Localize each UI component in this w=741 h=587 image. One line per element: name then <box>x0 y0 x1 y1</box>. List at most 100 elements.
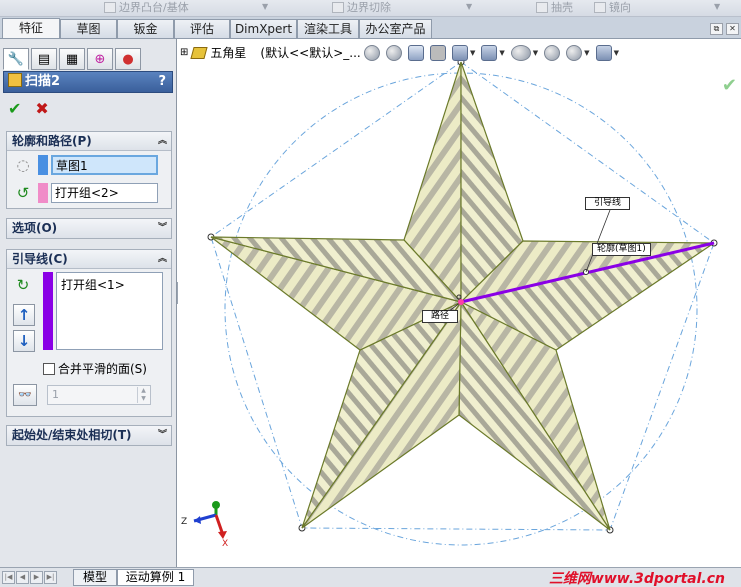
view-orientation-icon[interactable] <box>452 45 468 61</box>
tab-evaluate[interactable]: 评估 <box>174 19 230 38</box>
start-end-tangency-header[interactable]: 起始处/结束处相切(T) ︾ <box>7 426 171 445</box>
profile-callout[interactable]: 轮廓(草图1) <box>592 243 651 256</box>
triad-x-label: X <box>222 539 229 549</box>
chevron-down-icon[interactable]: ▼ <box>499 49 504 57</box>
tab-sheet-metal[interactable]: 钣金 <box>117 19 174 38</box>
guide-curve-callout[interactable]: 引导线 <box>585 197 631 210</box>
tab-features[interactable]: 特征 <box>2 18 60 38</box>
path-color-swatch <box>38 183 48 203</box>
star-body[interactable] <box>210 61 715 531</box>
next-tab-icon[interactable]: ▶ <box>30 571 43 584</box>
profile-icon: ◌ <box>16 156 30 174</box>
zoom-to-fit-icon[interactable] <box>364 45 380 61</box>
profile-path-header[interactable]: 轮廓和路径(P) ︽ <box>7 132 171 151</box>
graphics-area[interactable]: 引导线 轮廓(草图1) 路径 ⊞ 五角星 (默认<<默认>_... ▼ ▼ ▼ … <box>178 39 741 567</box>
move-up-button[interactable]: ↑ <box>13 304 35 326</box>
section-view-icon[interactable] <box>430 45 446 61</box>
chevron-down-icon[interactable]: ▼ <box>714 2 720 11</box>
tab-sketch[interactable]: 草图 <box>60 19 117 38</box>
reference-triad <box>193 501 227 539</box>
move-down-button[interactable]: ↓ <box>13 330 35 352</box>
list-item[interactable]: 打开组<1> <box>61 276 162 293</box>
path-icon: ↺ <box>16 184 30 202</box>
configuration-tab-icon[interactable]: ▦ <box>59 48 85 70</box>
confirmation-corner-icon[interactable]: ✔ <box>722 75 737 96</box>
apply-scene-icon[interactable] <box>566 45 583 61</box>
doc-window-buttons: ⧉ ✕ <box>710 23 739 35</box>
first-tab-icon[interactable]: |◀ <box>2 571 15 584</box>
tab-render-tools[interactable]: 渲染工具 <box>297 19 359 38</box>
chevron-down-icon[interactable]: ▼ <box>584 49 589 57</box>
chevron-down-icon[interactable]: ▼ <box>614 49 619 57</box>
close-icon[interactable]: ✕ <box>726 23 739 35</box>
spinner-arrows[interactable]: ▲ ▼ <box>137 387 149 403</box>
triad-z-label: Z <box>181 517 188 527</box>
chevron-down-icon[interactable]: ▼ <box>533 49 538 57</box>
restore-icon[interactable]: ⧉ <box>710 23 723 35</box>
merge-smooth-faces-label: 合并平滑的面(S) <box>58 362 147 376</box>
path-callout[interactable]: 路径 <box>422 310 459 323</box>
boundary-boss-button[interactable]: 边界凸台/基体 <box>104 1 189 15</box>
guide-curves-list[interactable]: 打开组<1> <box>56 272 163 350</box>
options-group: 选项(O) ︾ <box>6 218 172 239</box>
feature-title: 扫描2 <box>25 74 61 89</box>
hide-show-items-icon[interactable] <box>510 45 531 61</box>
mirror-button[interactable]: 镜向 <box>594 1 631 15</box>
shell-button[interactable]: 抽壳 <box>536 1 573 15</box>
dimxpert-tab-icon[interactable]: ⊕ <box>87 48 113 70</box>
edit-appearance-icon[interactable] <box>544 45 561 61</box>
merge-smooth-faces-checkbox[interactable] <box>43 362 55 375</box>
tab-dimxpert[interactable]: DimXpert <box>230 19 297 38</box>
part-name: 五角星 <box>210 46 247 60</box>
chevron-down-icon[interactable]: ▼ <box>470 49 475 57</box>
tab-scroll-arrows: |◀ ◀ ▶ ▶| <box>2 571 57 584</box>
tab-office-products[interactable]: 办公室产品 <box>359 19 432 38</box>
feature-header: 扫描2 ? <box>3 71 173 93</box>
expand-icon[interactable]: ︾ <box>158 426 167 444</box>
flyout-feature-tree[interactable]: ⊞ 五角星 (默认<<默认>_... <box>180 44 361 61</box>
guide-curves-header[interactable]: 引导线(C) ︽ <box>7 250 171 269</box>
guide-color-swatch <box>43 272 53 350</box>
previous-view-icon[interactable] <box>408 45 424 61</box>
appearance-tab-icon[interactable]: ● <box>115 48 141 70</box>
chevron-down-icon[interactable]: ▼ <box>466 2 472 11</box>
display-style-icon[interactable] <box>481 45 498 61</box>
property-manager-tab-icon[interactable]: 🔧 <box>3 48 29 70</box>
expand-icon[interactable]: ︾ <box>158 219 167 237</box>
expand-icon[interactable]: ⊞ <box>180 47 188 58</box>
boundary-cut-button[interactable]: 边界切除 <box>332 1 391 15</box>
view-settings-icon[interactable] <box>595 45 612 61</box>
part-icon <box>190 46 208 59</box>
profile-selection-box[interactable]: 草图1 <box>51 155 158 175</box>
watermark-text: 三维网www.3dportal.cn <box>548 571 725 587</box>
collapse-icon[interactable]: ︽ <box>158 250 167 268</box>
path-selection-box[interactable]: 打开组<2> <box>51 183 158 203</box>
guide-spin-row: 👓 1 ▲ ▼ <box>13 384 151 406</box>
merge-smooth-faces-option[interactable]: 合并平滑的面(S) <box>43 360 147 377</box>
last-tab-icon[interactable]: ▶| <box>44 571 57 584</box>
profile-color-swatch <box>38 155 48 175</box>
ok-button[interactable]: ✔ <box>8 99 21 118</box>
section-number-input[interactable]: 1 ▲ ▼ <box>47 385 151 405</box>
cancel-button[interactable]: ✖ <box>35 99 48 118</box>
collapse-icon[interactable]: ︽ <box>158 132 167 150</box>
help-icon[interactable]: ? <box>158 72 166 92</box>
confirm-buttons: ✔ ✖ <box>8 99 49 118</box>
tab-model[interactable]: 模型 <box>73 569 117 586</box>
prev-tab-icon[interactable]: ◀ <box>16 571 29 584</box>
profile-path-group: 轮廓和路径(P) ︽ ◌ 草图1 ↺ 打开组<2> <box>6 131 172 209</box>
model-view <box>207 58 718 546</box>
options-header[interactable]: 选项(O) ︾ <box>7 219 171 238</box>
show-sections-icon[interactable]: 👓 <box>13 384 37 406</box>
guide-curve-icon: ↻ <box>16 276 30 294</box>
bottom-tab-bar: |◀ ◀ ▶ ▶| 模型 运动算例 1 三维网www.3dportal.cn <box>0 567 741 587</box>
tab-motion-study-1[interactable]: 运动算例 1 <box>117 569 194 586</box>
shell-icon <box>536 2 548 13</box>
feature-tree-tab-icon[interactable]: ▤ <box>31 48 57 70</box>
boundary-boss-icon <box>104 2 116 13</box>
zoom-to-area-icon[interactable] <box>386 45 402 61</box>
start-end-tangency-group: 起始处/结束处相切(T) ︾ <box>6 425 172 446</box>
command-toolbar: 边界凸台/基体 ▼ 边界切除 ▼ 抽壳 镜向 ▼ <box>0 0 741 17</box>
chevron-down-icon[interactable]: ▼ <box>262 2 268 11</box>
panel-tabs: 🔧 ▤ ▦ ⊕ ● <box>3 48 141 70</box>
